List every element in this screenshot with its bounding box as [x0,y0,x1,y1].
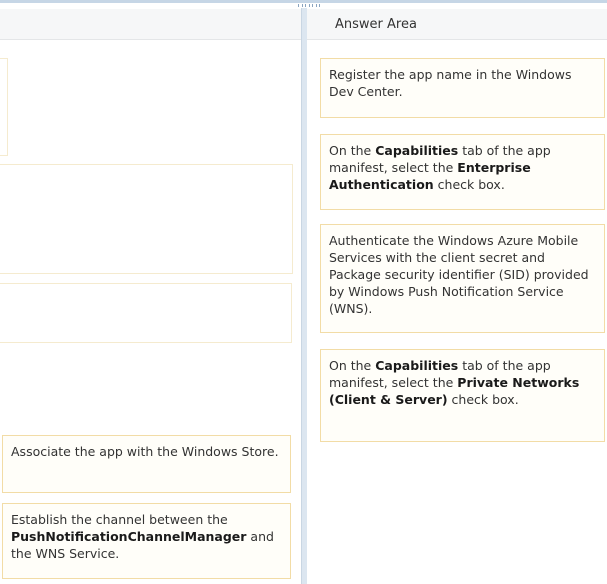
empty-slot[interactable] [0,283,292,343]
bold-text: Capabilities [375,143,459,158]
text-fragment: Associate the app with the Windows Store… [11,444,279,459]
source-pane-header [0,9,301,40]
empty-slot[interactable] [0,164,293,274]
text-fragment: Establish the channel between the [11,512,228,527]
bold-text: PushNotificationChannelManager [11,529,247,544]
text-fragment: On the [329,143,376,158]
text-fragment: check box. [433,177,505,192]
answer-area-title: Answer Area [335,17,417,32]
text-fragment: Register the app name in the Windows Dev… [329,67,572,99]
answer-item-authenticate-azure[interactable]: Authenticate the Windows Azure Mobile Se… [320,224,605,333]
drag-item-establish[interactable]: Establish the channel between the PushNo… [2,503,291,579]
answer-item-register[interactable]: Register the app name in the Windows Dev… [320,58,605,118]
empty-slot[interactable] [0,58,8,156]
answer-item-private-networks[interactable]: On the Capabilities tab of the app manif… [320,349,605,442]
text-fragment: On the [329,358,376,373]
text-fragment: Authenticate the Windows Azure Mobile Se… [329,233,589,316]
answer-item-enterprise-auth[interactable]: On the Capabilities tab of the app manif… [320,134,605,210]
bold-text: Capabilities [375,358,459,373]
text-fragment: check box. [447,392,519,407]
drag-item-associate[interactable]: Associate the app with the Windows Store… [2,435,291,493]
